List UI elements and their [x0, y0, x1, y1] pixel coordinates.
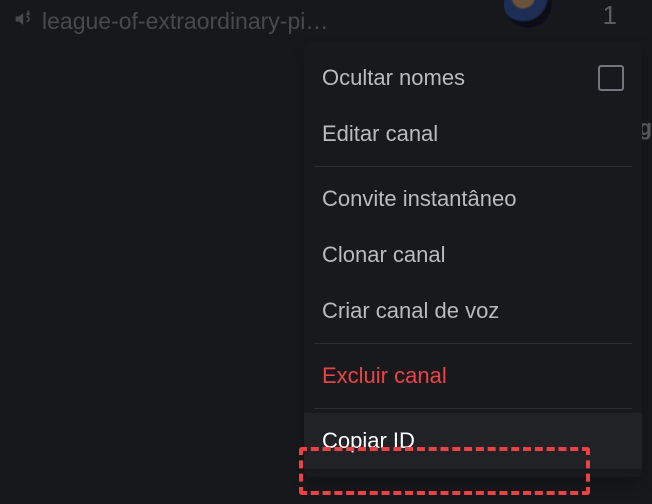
context-menu: Ocultar nomes Editar canal Convite insta…: [304, 42, 642, 477]
menu-item-label: Copiar ID: [322, 428, 415, 454]
checkbox-icon[interactable]: [598, 65, 624, 91]
menu-hide-names[interactable]: Ocultar nomes: [304, 50, 642, 106]
menu-item-label: Ocultar nomes: [322, 65, 465, 91]
menu-divider: [314, 166, 632, 167]
menu-create-voice[interactable]: Criar canal de voz: [304, 283, 642, 339]
menu-divider: [314, 408, 632, 409]
menu-edit-channel[interactable]: Editar canal: [304, 106, 642, 162]
menu-item-label: Clonar canal: [322, 242, 446, 268]
menu-item-label: Editar canal: [322, 121, 438, 147]
menu-instant-invite[interactable]: Convite instantâneo: [304, 171, 642, 227]
menu-copy-id[interactable]: Copiar ID: [304, 413, 642, 469]
menu-clone-channel[interactable]: Clonar canal: [304, 227, 642, 283]
menu-item-label: Excluir canal: [322, 363, 447, 389]
menu-item-label: Convite instantâneo: [322, 186, 516, 212]
menu-divider: [314, 343, 632, 344]
menu-delete-channel[interactable]: Excluir canal: [304, 348, 642, 404]
menu-item-label: Criar canal de voz: [322, 298, 499, 324]
